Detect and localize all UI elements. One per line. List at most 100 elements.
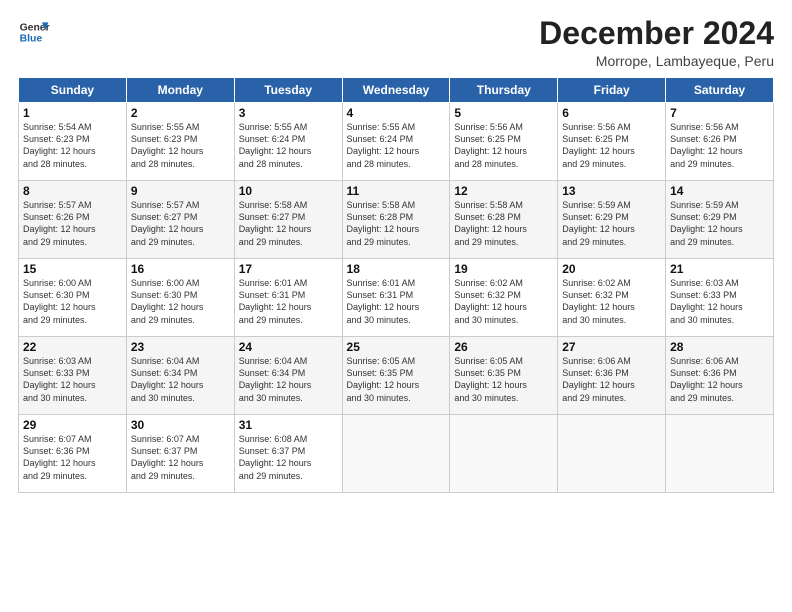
table-row	[450, 415, 558, 493]
day-info: Sunrise: 6:01 AM Sunset: 6:31 PM Dayligh…	[347, 277, 446, 326]
day-info: Sunrise: 6:04 AM Sunset: 6:34 PM Dayligh…	[131, 355, 230, 404]
table-row: 15Sunrise: 6:00 AM Sunset: 6:30 PM Dayli…	[19, 259, 127, 337]
day-info: Sunrise: 6:07 AM Sunset: 6:36 PM Dayligh…	[23, 433, 122, 482]
day-number: 30	[131, 418, 230, 432]
col-monday: Monday	[126, 78, 234, 103]
page: General Blue December 2024 Morrope, Lamb…	[0, 0, 792, 612]
day-info: Sunrise: 6:04 AM Sunset: 6:34 PM Dayligh…	[239, 355, 338, 404]
day-number: 7	[670, 106, 769, 120]
table-row: 18Sunrise: 6:01 AM Sunset: 6:31 PM Dayli…	[342, 259, 450, 337]
day-number: 27	[562, 340, 661, 354]
table-row: 23Sunrise: 6:04 AM Sunset: 6:34 PM Dayli…	[126, 337, 234, 415]
table-row: 16Sunrise: 6:00 AM Sunset: 6:30 PM Dayli…	[126, 259, 234, 337]
day-info: Sunrise: 6:06 AM Sunset: 6:36 PM Dayligh…	[670, 355, 769, 404]
table-row: 14Sunrise: 5:59 AM Sunset: 6:29 PM Dayli…	[666, 181, 774, 259]
table-row: 17Sunrise: 6:01 AM Sunset: 6:31 PM Dayli…	[234, 259, 342, 337]
table-row: 1Sunrise: 5:54 AM Sunset: 6:23 PM Daylig…	[19, 103, 127, 181]
day-number: 16	[131, 262, 230, 276]
calendar-week-row: 1Sunrise: 5:54 AM Sunset: 6:23 PM Daylig…	[19, 103, 774, 181]
day-number: 11	[347, 184, 446, 198]
calendar-table: Sunday Monday Tuesday Wednesday Thursday…	[18, 77, 774, 493]
day-number: 12	[454, 184, 553, 198]
day-number: 6	[562, 106, 661, 120]
day-info: Sunrise: 6:02 AM Sunset: 6:32 PM Dayligh…	[454, 277, 553, 326]
table-row: 19Sunrise: 6:02 AM Sunset: 6:32 PM Dayli…	[450, 259, 558, 337]
logo: General Blue	[18, 16, 50, 48]
day-number: 28	[670, 340, 769, 354]
day-info: Sunrise: 5:56 AM Sunset: 6:25 PM Dayligh…	[562, 121, 661, 170]
day-info: Sunrise: 5:56 AM Sunset: 6:26 PM Dayligh…	[670, 121, 769, 170]
col-tuesday: Tuesday	[234, 78, 342, 103]
col-sunday: Sunday	[19, 78, 127, 103]
table-row: 30Sunrise: 6:07 AM Sunset: 6:37 PM Dayli…	[126, 415, 234, 493]
day-number: 14	[670, 184, 769, 198]
table-row: 22Sunrise: 6:03 AM Sunset: 6:33 PM Dayli…	[19, 337, 127, 415]
day-info: Sunrise: 5:57 AM Sunset: 6:26 PM Dayligh…	[23, 199, 122, 248]
table-row: 10Sunrise: 5:58 AM Sunset: 6:27 PM Dayli…	[234, 181, 342, 259]
day-number: 31	[239, 418, 338, 432]
table-row: 24Sunrise: 6:04 AM Sunset: 6:34 PM Dayli…	[234, 337, 342, 415]
day-info: Sunrise: 6:00 AM Sunset: 6:30 PM Dayligh…	[23, 277, 122, 326]
table-row: 4Sunrise: 5:55 AM Sunset: 6:24 PM Daylig…	[342, 103, 450, 181]
day-info: Sunrise: 5:57 AM Sunset: 6:27 PM Dayligh…	[131, 199, 230, 248]
calendar-week-row: 8Sunrise: 5:57 AM Sunset: 6:26 PM Daylig…	[19, 181, 774, 259]
day-number: 21	[670, 262, 769, 276]
day-info: Sunrise: 5:55 AM Sunset: 6:24 PM Dayligh…	[239, 121, 338, 170]
day-info: Sunrise: 6:03 AM Sunset: 6:33 PM Dayligh…	[670, 277, 769, 326]
calendar-week-row: 22Sunrise: 6:03 AM Sunset: 6:33 PM Dayli…	[19, 337, 774, 415]
calendar-week-row: 29Sunrise: 6:07 AM Sunset: 6:36 PM Dayli…	[19, 415, 774, 493]
month-title: December 2024	[539, 16, 774, 51]
table-row: 28Sunrise: 6:06 AM Sunset: 6:36 PM Dayli…	[666, 337, 774, 415]
logo-icon: General Blue	[18, 16, 50, 48]
day-number: 15	[23, 262, 122, 276]
table-row: 9Sunrise: 5:57 AM Sunset: 6:27 PM Daylig…	[126, 181, 234, 259]
day-info: Sunrise: 5:56 AM Sunset: 6:25 PM Dayligh…	[454, 121, 553, 170]
day-number: 5	[454, 106, 553, 120]
table-row: 6Sunrise: 5:56 AM Sunset: 6:25 PM Daylig…	[558, 103, 666, 181]
day-info: Sunrise: 6:08 AM Sunset: 6:37 PM Dayligh…	[239, 433, 338, 482]
day-info: Sunrise: 5:59 AM Sunset: 6:29 PM Dayligh…	[670, 199, 769, 248]
title-block: December 2024 Morrope, Lambayeque, Peru	[539, 16, 774, 69]
day-number: 4	[347, 106, 446, 120]
day-number: 18	[347, 262, 446, 276]
day-info: Sunrise: 5:59 AM Sunset: 6:29 PM Dayligh…	[562, 199, 661, 248]
table-row: 13Sunrise: 5:59 AM Sunset: 6:29 PM Dayli…	[558, 181, 666, 259]
svg-text:Blue: Blue	[20, 34, 43, 45]
day-info: Sunrise: 6:07 AM Sunset: 6:37 PM Dayligh…	[131, 433, 230, 482]
col-friday: Friday	[558, 78, 666, 103]
header: General Blue December 2024 Morrope, Lamb…	[18, 16, 774, 69]
table-row: 12Sunrise: 5:58 AM Sunset: 6:28 PM Dayli…	[450, 181, 558, 259]
table-row: 31Sunrise: 6:08 AM Sunset: 6:37 PM Dayli…	[234, 415, 342, 493]
table-row: 2Sunrise: 5:55 AM Sunset: 6:23 PM Daylig…	[126, 103, 234, 181]
day-info: Sunrise: 5:55 AM Sunset: 6:23 PM Dayligh…	[131, 121, 230, 170]
table-row	[666, 415, 774, 493]
col-saturday: Saturday	[666, 78, 774, 103]
day-number: 24	[239, 340, 338, 354]
day-info: Sunrise: 6:01 AM Sunset: 6:31 PM Dayligh…	[239, 277, 338, 326]
table-row: 27Sunrise: 6:06 AM Sunset: 6:36 PM Dayli…	[558, 337, 666, 415]
table-row: 29Sunrise: 6:07 AM Sunset: 6:36 PM Dayli…	[19, 415, 127, 493]
table-row: 8Sunrise: 5:57 AM Sunset: 6:26 PM Daylig…	[19, 181, 127, 259]
day-number: 9	[131, 184, 230, 198]
day-number: 19	[454, 262, 553, 276]
table-row: 11Sunrise: 5:58 AM Sunset: 6:28 PM Dayli…	[342, 181, 450, 259]
table-row: 20Sunrise: 6:02 AM Sunset: 6:32 PM Dayli…	[558, 259, 666, 337]
day-number: 17	[239, 262, 338, 276]
day-number: 13	[562, 184, 661, 198]
day-info: Sunrise: 6:05 AM Sunset: 6:35 PM Dayligh…	[454, 355, 553, 404]
day-number: 3	[239, 106, 338, 120]
day-number: 25	[347, 340, 446, 354]
day-number: 26	[454, 340, 553, 354]
day-info: Sunrise: 6:02 AM Sunset: 6:32 PM Dayligh…	[562, 277, 661, 326]
table-row: 5Sunrise: 5:56 AM Sunset: 6:25 PM Daylig…	[450, 103, 558, 181]
calendar-week-row: 15Sunrise: 6:00 AM Sunset: 6:30 PM Dayli…	[19, 259, 774, 337]
day-number: 10	[239, 184, 338, 198]
day-info: Sunrise: 6:03 AM Sunset: 6:33 PM Dayligh…	[23, 355, 122, 404]
day-info: Sunrise: 5:54 AM Sunset: 6:23 PM Dayligh…	[23, 121, 122, 170]
table-row: 7Sunrise: 5:56 AM Sunset: 6:26 PM Daylig…	[666, 103, 774, 181]
table-row: 3Sunrise: 5:55 AM Sunset: 6:24 PM Daylig…	[234, 103, 342, 181]
day-number: 8	[23, 184, 122, 198]
day-info: Sunrise: 6:06 AM Sunset: 6:36 PM Dayligh…	[562, 355, 661, 404]
table-row	[558, 415, 666, 493]
day-number: 2	[131, 106, 230, 120]
